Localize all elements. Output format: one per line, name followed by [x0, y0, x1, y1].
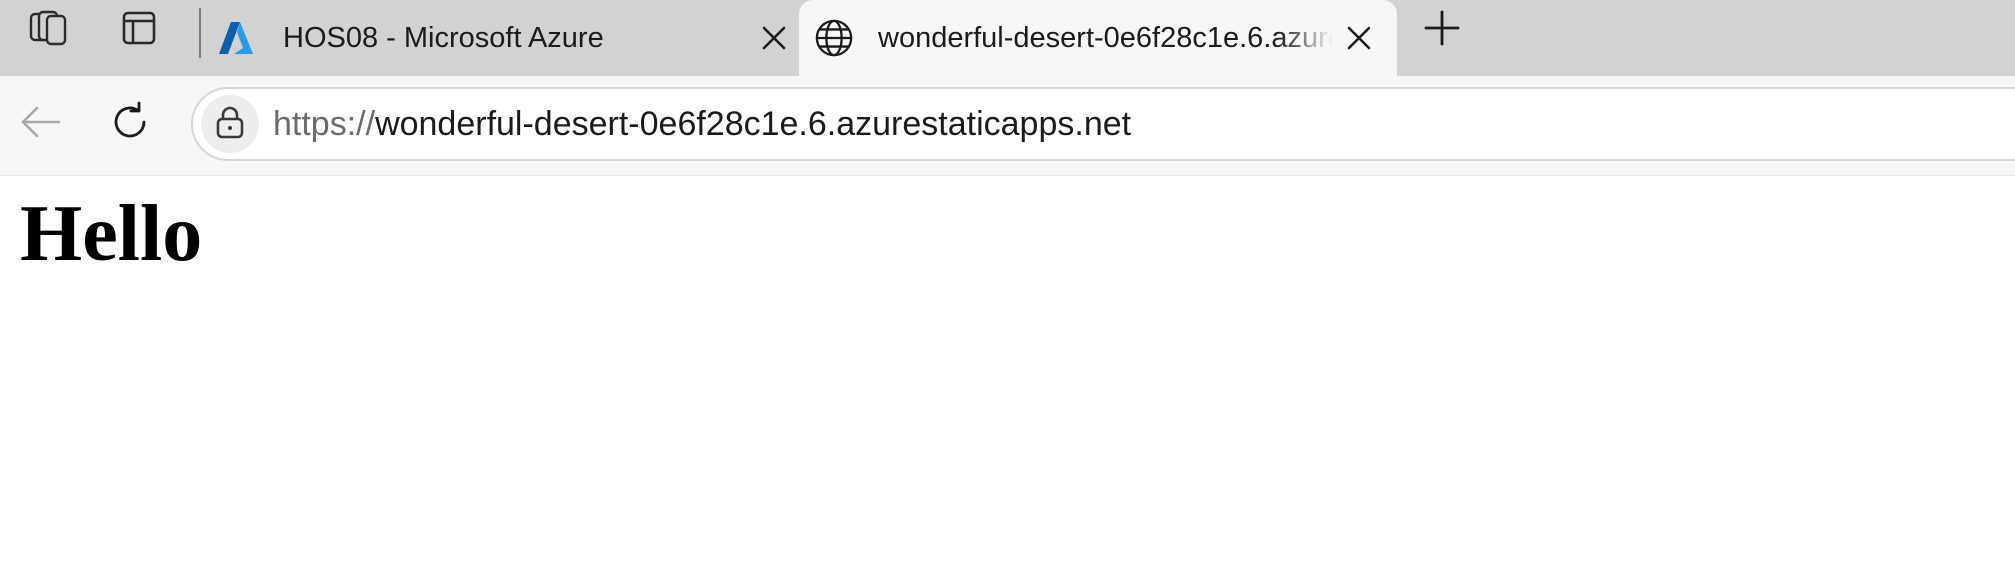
back-button[interactable] — [9, 92, 73, 156]
tab-azure-static-app[interactable]: wonderful-desert-0e6f28c1e.6.azurestatic… — [799, 0, 1397, 76]
close-icon[interactable] — [754, 18, 794, 58]
tab-strip: HOS08 - Microsoft Azure wonderful-desert… — [0, 0, 2015, 76]
lock-icon — [214, 105, 246, 144]
refresh-icon — [108, 100, 152, 149]
page-content: Hello — [0, 175, 2015, 586]
tab-hos08-azure[interactable]: HOS08 - Microsoft Azure — [210, 0, 794, 76]
new-tab-button[interactable] — [1417, 6, 1467, 54]
close-icon[interactable] — [1339, 18, 1379, 58]
tab-strip-divider — [199, 8, 201, 58]
globe-icon — [814, 18, 854, 58]
site-info-button[interactable] — [201, 95, 259, 153]
plus-icon — [1423, 9, 1461, 52]
workspaces-icon — [27, 6, 71, 55]
workspaces-button[interactable] — [19, 6, 79, 54]
tab-title: wonderful-desert-0e6f28c1e.6.azurestatic… — [878, 21, 1333, 54]
page-heading: Hello — [20, 190, 203, 278]
azure-logo-icon — [216, 18, 256, 58]
refresh-button[interactable] — [98, 92, 162, 156]
address-bar[interactable]: https://wonderful-desert-0e6f28c1e.6.azu… — [191, 87, 2015, 161]
tab-title: HOS08 - Microsoft Azure — [283, 21, 604, 54]
tab-actions-icon — [119, 8, 159, 53]
url-text[interactable]: https://wonderful-desert-0e6f28c1e.6.azu… — [273, 105, 1131, 144]
back-arrow-icon — [19, 100, 63, 149]
navigation-toolbar: https://wonderful-desert-0e6f28c1e.6.azu… — [0, 76, 2015, 175]
tab-actions-button[interactable] — [109, 6, 169, 54]
url-scheme: https:// — [273, 104, 376, 143]
url-host: wonderful-desert-0e6f28c1e.6.azurestatic… — [375, 104, 1132, 143]
